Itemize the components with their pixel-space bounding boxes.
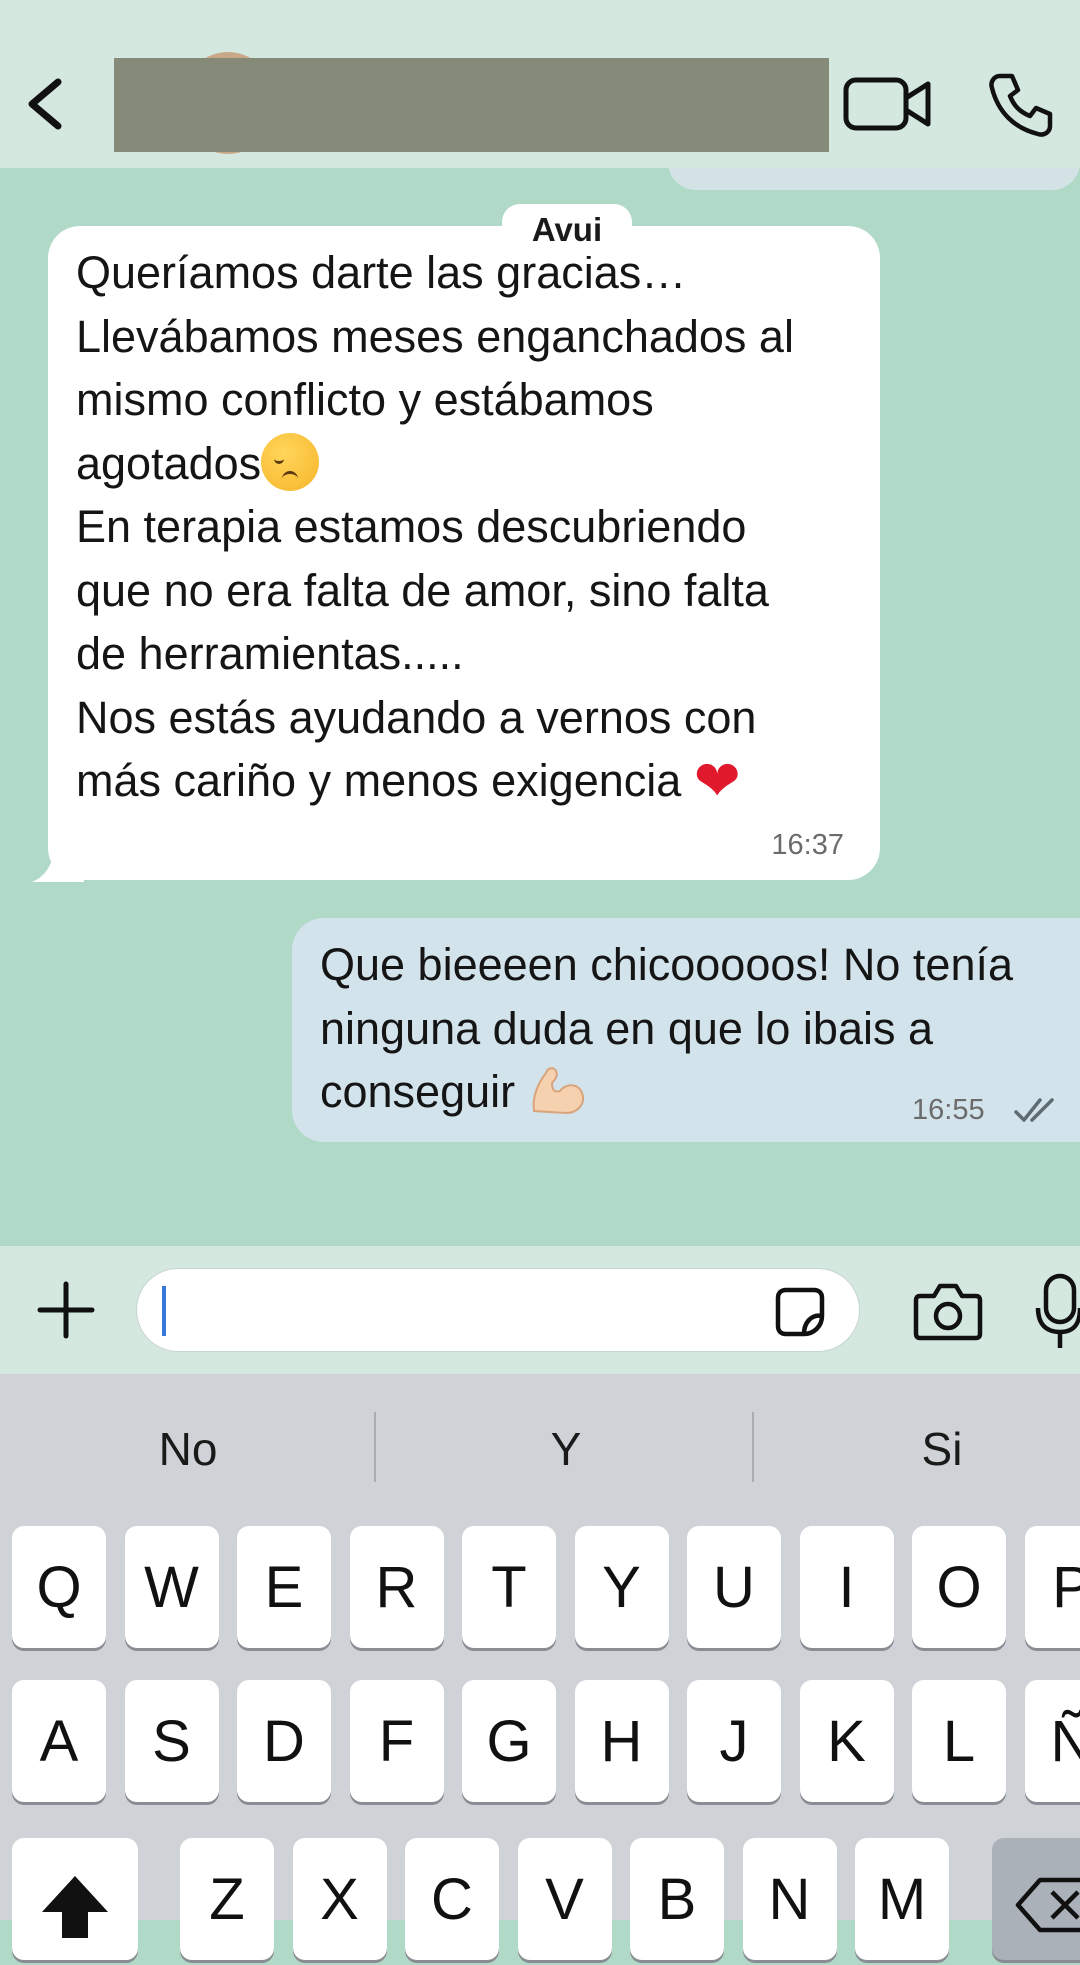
key-c[interactable]: C bbox=[405, 1838, 499, 1960]
shift-arrow-icon bbox=[12, 1838, 138, 1960]
key-e[interactable]: E bbox=[237, 1526, 331, 1648]
back-button[interactable] bbox=[14, 62, 84, 146]
key-l[interactable]: L bbox=[912, 1680, 1006, 1802]
message-time: 16:37 bbox=[771, 829, 844, 862]
microphone-icon bbox=[1032, 1272, 1080, 1352]
outgoing-message-text: Que bieeeen chicooooos! No tenía ninguna… bbox=[320, 933, 1013, 1124]
video-camera-icon bbox=[840, 72, 936, 136]
key-z[interactable]: Z bbox=[180, 1838, 274, 1960]
key-b[interactable]: B bbox=[630, 1838, 724, 1960]
key-x[interactable]: X bbox=[293, 1838, 387, 1960]
key-i[interactable]: I bbox=[800, 1526, 894, 1648]
camera-icon bbox=[912, 1280, 984, 1342]
phone-icon bbox=[986, 70, 1056, 140]
double-check-read-icon bbox=[1012, 1094, 1060, 1126]
delete-key[interactable] bbox=[992, 1838, 1080, 1960]
shift-key[interactable] bbox=[12, 1838, 138, 1960]
key-q[interactable]: Q bbox=[12, 1526, 106, 1648]
flexed-biceps-emoji-icon bbox=[528, 1061, 588, 1117]
key-h[interactable]: H bbox=[575, 1680, 669, 1802]
key-d[interactable]: D bbox=[237, 1680, 331, 1802]
incoming-message-bubble[interactable]: Queríamos darte las gracias… Llevábamos … bbox=[48, 226, 880, 880]
suggestion-3[interactable]: Si bbox=[792, 1404, 1080, 1494]
suggestion-divider bbox=[752, 1412, 754, 1482]
attach-button[interactable] bbox=[34, 1278, 98, 1342]
key-k[interactable]: K bbox=[800, 1680, 894, 1802]
contact-name-redacted[interactable] bbox=[114, 58, 829, 152]
text-caret bbox=[162, 1286, 166, 1336]
key-m[interactable]: M bbox=[855, 1838, 949, 1960]
suggestion-divider bbox=[374, 1412, 376, 1482]
key-y[interactable]: Y bbox=[575, 1526, 669, 1648]
red-heart-emoji-icon: ❤ bbox=[694, 749, 741, 812]
key-j[interactable]: J bbox=[687, 1680, 781, 1802]
message-time: 16:55 bbox=[912, 1094, 985, 1127]
voice-call-button[interactable] bbox=[986, 70, 1056, 140]
sticker-icon bbox=[772, 1284, 828, 1340]
pensive-face-emoji-icon bbox=[261, 433, 319, 491]
sticker-button[interactable] bbox=[772, 1284, 828, 1340]
chevron-left-icon bbox=[14, 62, 84, 146]
key-f[interactable]: F bbox=[350, 1680, 444, 1802]
key-n[interactable]: N bbox=[743, 1838, 837, 1960]
key-ñ[interactable]: Ñ bbox=[1025, 1680, 1080, 1802]
chat-header bbox=[0, 0, 1080, 168]
key-o[interactable]: O bbox=[912, 1526, 1006, 1648]
suggestion-1[interactable]: No bbox=[38, 1404, 338, 1494]
video-call-button[interactable] bbox=[840, 72, 936, 136]
date-separator: Avui bbox=[502, 204, 632, 256]
key-w[interactable]: W bbox=[125, 1526, 219, 1648]
camera-button[interactable] bbox=[912, 1280, 984, 1342]
backspace-icon bbox=[992, 1838, 1080, 1960]
message-input[interactable] bbox=[136, 1268, 860, 1352]
key-g[interactable]: G bbox=[462, 1680, 556, 1802]
key-a[interactable]: A bbox=[12, 1680, 106, 1802]
key-u[interactable]: U bbox=[687, 1526, 781, 1648]
key-r[interactable]: R bbox=[350, 1526, 444, 1648]
suggestion-2[interactable]: Y bbox=[416, 1404, 716, 1494]
incoming-message-text: Queríamos darte las gracias… Llevábamos … bbox=[76, 241, 794, 813]
outgoing-message-bubble[interactable]: Que bieeeen chicooooos! No tenía ninguna… bbox=[292, 918, 1080, 1142]
plus-icon bbox=[34, 1278, 98, 1342]
key-p[interactable]: P bbox=[1025, 1526, 1080, 1648]
microphone-button[interactable] bbox=[1032, 1272, 1080, 1352]
key-v[interactable]: V bbox=[518, 1838, 612, 1960]
key-s[interactable]: S bbox=[125, 1680, 219, 1802]
key-t[interactable]: T bbox=[462, 1526, 556, 1648]
